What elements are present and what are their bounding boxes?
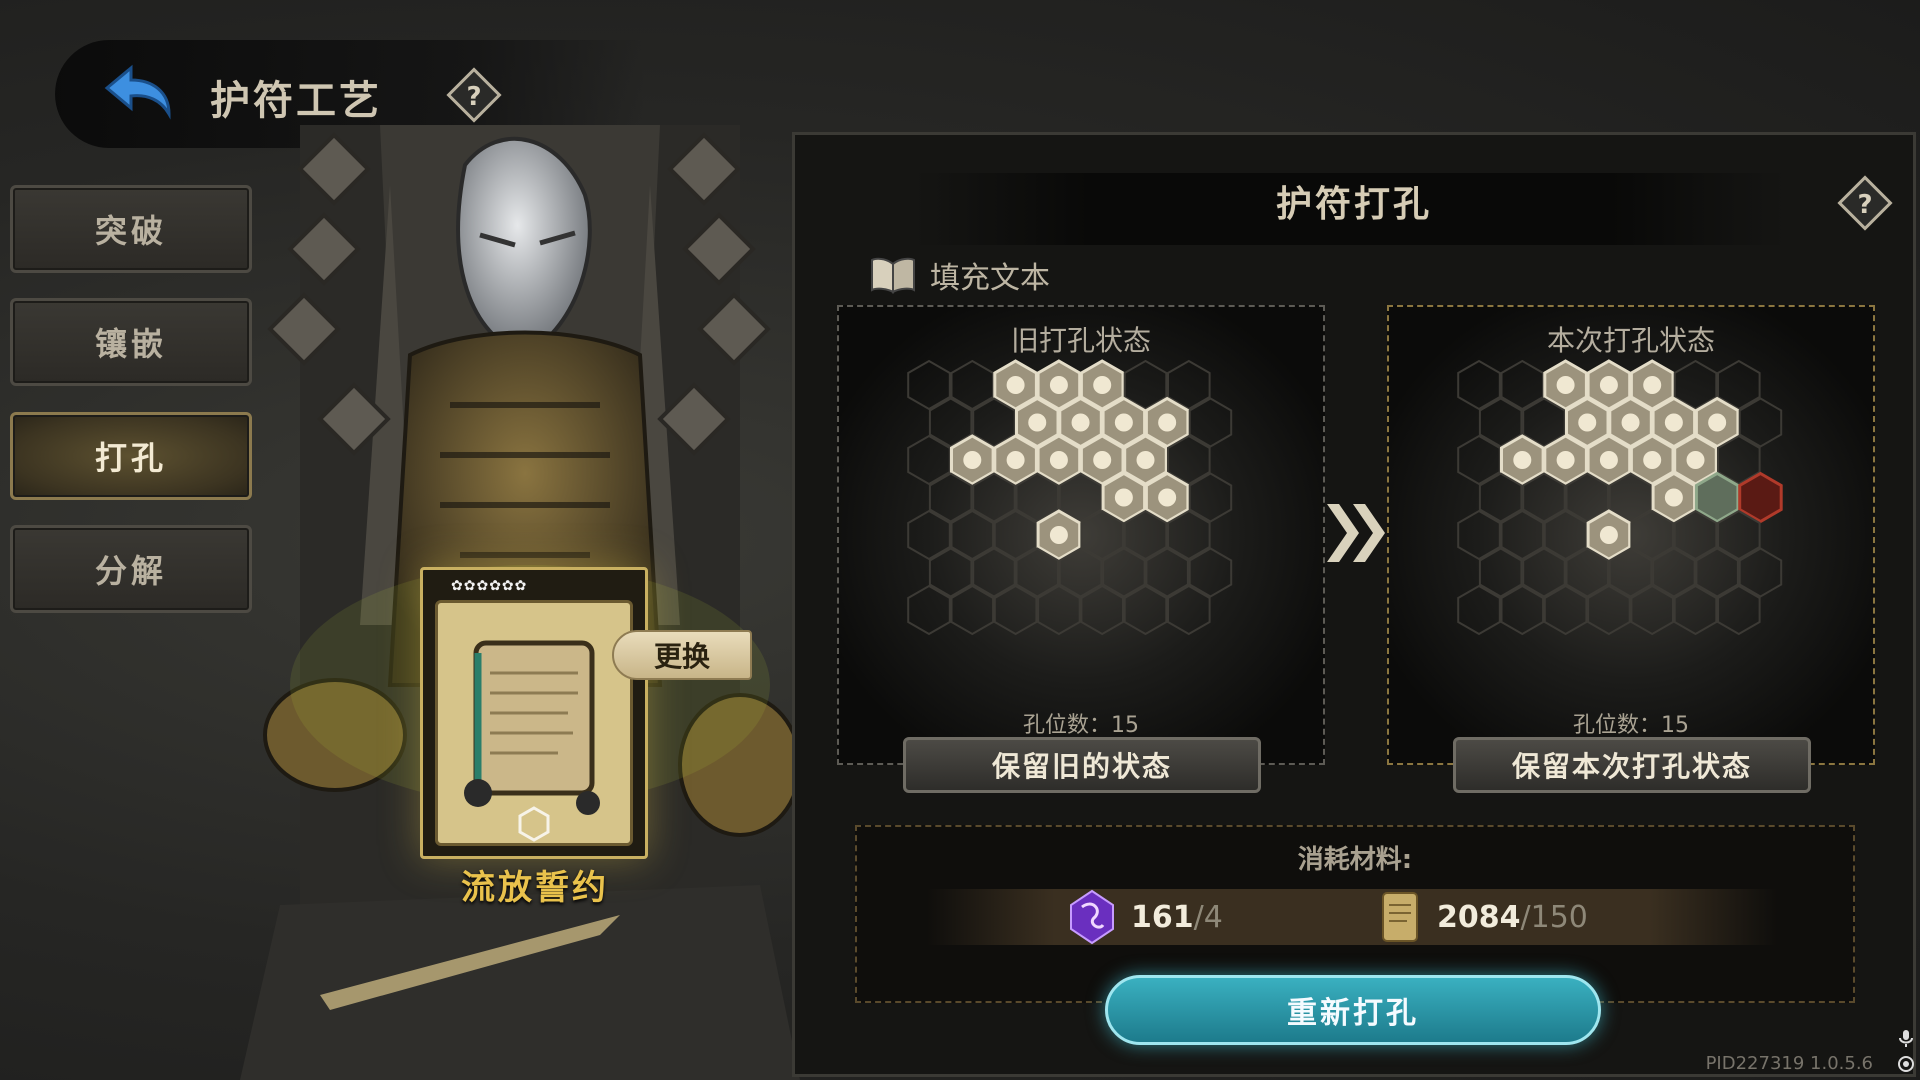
material-required: /4 — [1193, 899, 1223, 935]
help-button[interactable]: ? — [445, 66, 503, 124]
filler-text: 填充文本 — [930, 261, 1050, 296]
material-owned: 161 — [1131, 899, 1194, 935]
svg-text:?: ? — [1857, 190, 1872, 220]
material-item: 2084/150 — [1377, 889, 1588, 945]
help-question-icon: ? — [1837, 175, 1893, 231]
old-slot-grid — [907, 359, 1233, 636]
slot-glow — [1643, 451, 1662, 469]
slot-glow — [1136, 451, 1155, 469]
slot-glow — [963, 451, 982, 469]
panel-help-button[interactable]: ? — [1835, 173, 1895, 233]
old-punch-state: 旧打孔状态 孔位数：15 — [837, 305, 1325, 765]
tab-punch[interactable]: 打孔 — [10, 412, 252, 500]
new-slot-grid — [1457, 359, 1783, 636]
tab-breakthrough[interactable]: 突破 — [10, 185, 252, 273]
microphone-icon[interactable] — [1896, 1028, 1916, 1048]
slot-glow — [1114, 488, 1133, 507]
slot-glow — [1158, 413, 1177, 432]
slot-glow — [1513, 451, 1532, 469]
materials-bar: 161/4 2084/150 — [927, 889, 1777, 945]
card-name: 流放誓约 — [461, 868, 609, 908]
old-slot-count: 孔位数：15 — [1023, 713, 1139, 738]
back-button[interactable] — [95, 54, 185, 130]
slot-glow — [1643, 376, 1662, 394]
slot-glow — [1621, 413, 1640, 432]
slot-glow — [1114, 413, 1133, 432]
slot-glow — [1028, 413, 1047, 432]
scroll-illustration — [464, 640, 600, 842]
tab-inlay[interactable]: 镶嵌 — [10, 298, 252, 386]
slot-glow — [1158, 488, 1177, 507]
slot-glow — [1708, 413, 1727, 432]
version-text: PID227319 1.0.5.6 — [1705, 1053, 1873, 1074]
card-star-rating: ✿✿✿✿✿✿ — [451, 578, 528, 594]
page-title: 护符工艺 — [210, 77, 382, 124]
slot-glow — [1006, 451, 1025, 469]
slot-glow — [1093, 451, 1112, 469]
corner-icons — [1896, 1028, 1916, 1074]
card-art — [435, 600, 633, 846]
slot-glow — [1006, 376, 1025, 394]
tab-dismantle[interactable]: 分解 — [10, 525, 252, 613]
slot-glow — [1686, 451, 1705, 469]
slot-glow — [1049, 376, 1068, 394]
new-state-title: 本次打孔状态 — [1546, 324, 1715, 357]
material-item: 161/4 — [1067, 889, 1223, 945]
settings-circle-icon[interactable] — [1896, 1054, 1916, 1074]
slot-glow — [1578, 413, 1597, 432]
help-question-icon: ? — [446, 67, 502, 123]
parchment-scroll-icon — [1382, 892, 1418, 942]
materials-label: 消耗材料: — [1297, 845, 1413, 875]
filler-text-row: 填充文本 — [870, 253, 1050, 297]
panel-title: 护符打孔 — [1275, 184, 1432, 225]
slot-glow — [1556, 376, 1575, 394]
keep-new-state-button[interactable]: 保留本次打孔状态 — [1453, 737, 1811, 793]
new-punch-state: 本次打孔状态 孔位数：15 — [1387, 305, 1875, 765]
open-book-icon — [871, 257, 915, 294]
slot-glow — [1093, 376, 1112, 394]
slot-glow — [1049, 526, 1068, 544]
material-required: /150 — [1520, 899, 1588, 935]
slot-glow — [1599, 376, 1618, 394]
slot-glow — [1049, 451, 1068, 469]
keep-old-state-button[interactable]: 保留旧的状态 — [903, 737, 1261, 793]
repunch-button[interactable]: 重新打孔 — [1105, 975, 1601, 1045]
slot-glow — [1664, 413, 1683, 432]
material-owned: 2084 — [1437, 899, 1521, 935]
svg-text:?: ? — [466, 82, 481, 112]
new-slot-count: 孔位数：15 — [1573, 713, 1689, 738]
slot-glow — [1599, 526, 1618, 544]
slot-glow — [1071, 413, 1090, 432]
chevron-right-icon — [1327, 504, 1385, 562]
swap-card-button[interactable]: 更换 — [612, 630, 752, 680]
slot-glow — [1556, 451, 1575, 469]
purple-rune-crystal-icon — [1070, 889, 1114, 945]
old-state-title: 旧打孔状态 — [1010, 324, 1151, 357]
punch-panel: 护符打孔 ? 填充文本 旧打孔状态 孔位数：15 保留旧的状态 本次打孔状态 孔… — [792, 132, 1916, 1077]
slot-glow — [1664, 488, 1683, 507]
back-arrow-icon — [104, 64, 171, 120]
slot-glow — [1599, 451, 1618, 469]
amulet-card[interactable]: ✿✿✿✿✿✿ — [420, 567, 648, 859]
